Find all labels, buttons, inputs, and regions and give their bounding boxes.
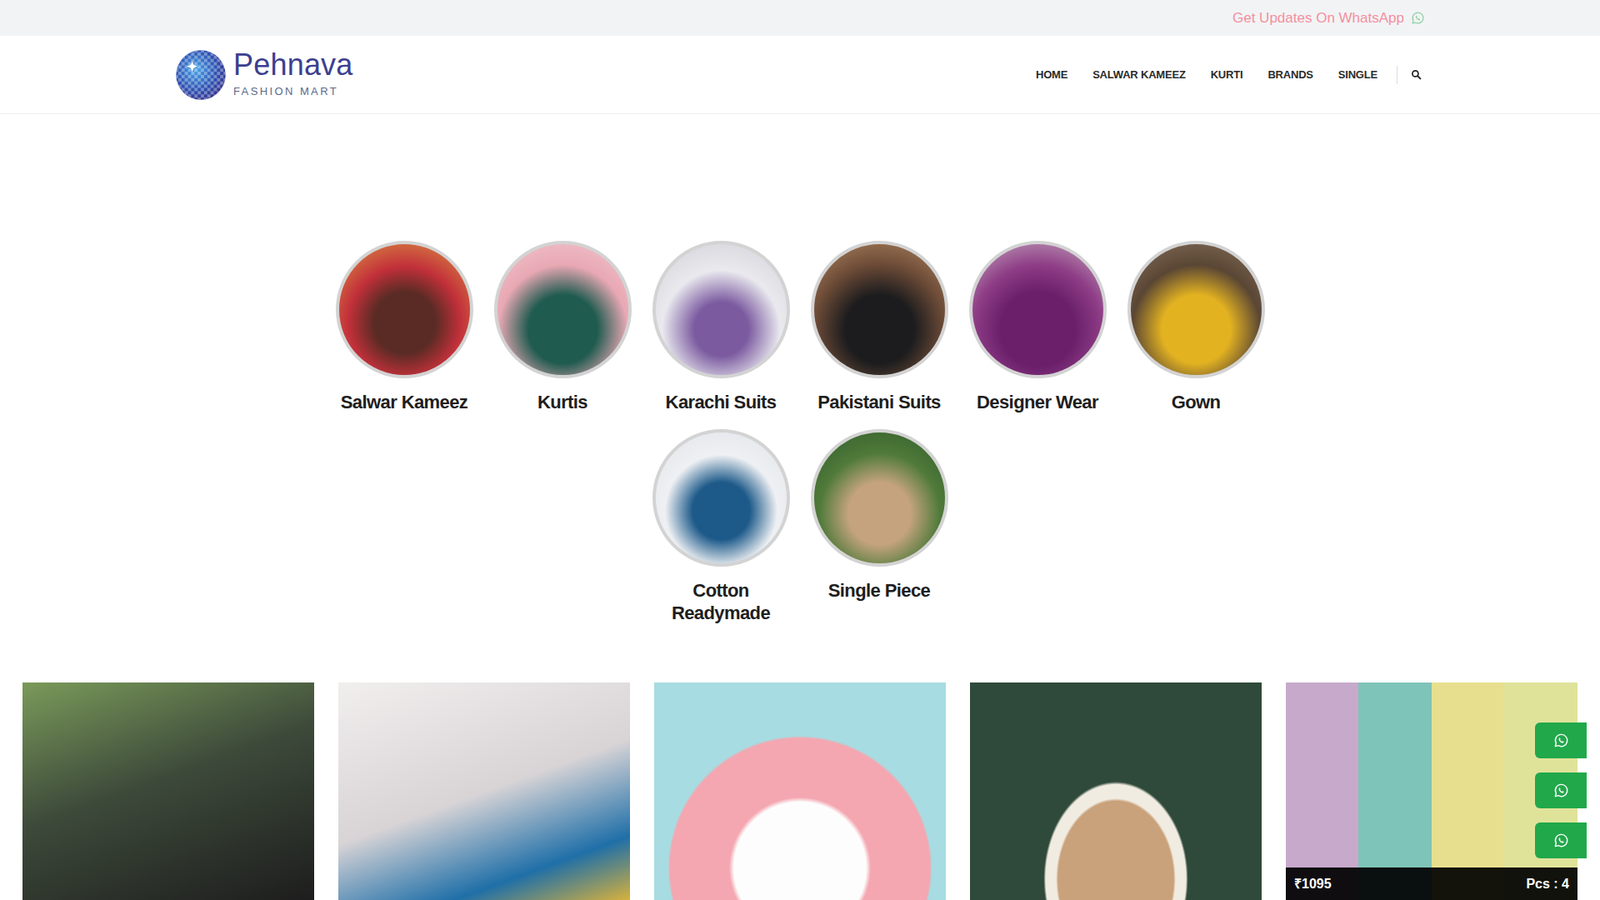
category-item[interactable]: Karachi Suits <box>641 240 800 415</box>
nav-link[interactable]: SINGLE <box>1325 63 1390 87</box>
category-photo[interactable] <box>810 429 949 567</box>
whatsapp-button[interactable] <box>1535 722 1587 759</box>
category-label[interactable]: Pakistani Suits <box>805 391 954 415</box>
nav-link[interactable]: BRANDS <box>1255 63 1325 87</box>
product-card[interactable] <box>970 682 1262 900</box>
logo-text[interactable]: Pehnava FASHION MART <box>233 50 354 100</box>
nav-link[interactable]: HOME <box>1023 63 1080 87</box>
category-item[interactable]: Gown <box>1116 240 1275 415</box>
whatsapp-icon[interactable] <box>1410 10 1425 25</box>
category-item[interactable]: Cotton Readymade <box>641 429 800 625</box>
category-item[interactable]: Kurtis <box>483 240 642 415</box>
product-pieces: Pcs : 4 <box>1525 874 1570 895</box>
whatsapp-button[interactable] <box>1535 772 1587 809</box>
category-label[interactable]: Designer Wear <box>963 391 1112 415</box>
category-item[interactable]: Salwar Kameez <box>325 240 484 415</box>
category-photo[interactable] <box>494 240 632 379</box>
header: Pehnava FASHION MART HOMESALWAR KAMEEZKURT… <box>0 35 1600 115</box>
category-label[interactable]: Kurtis <box>488 391 637 415</box>
logo-tagline[interactable]: FASHION MART <box>233 83 354 100</box>
top-bar: Get Updates On WhatsApp <box>0 0 1600 36</box>
product-card[interactable]: ₹1095 Pcs : 4 <box>1285 682 1578 900</box>
category-label[interactable]: Single Piece <box>805 580 954 603</box>
category-photo[interactable] <box>1127 240 1265 379</box>
header-inner: Pehnava FASHION MART HOMESALWAR KAMEEZKURT… <box>162 49 1438 101</box>
product-card[interactable] <box>22 682 315 900</box>
category-label[interactable]: Cotton Readymade <box>646 580 795 625</box>
category-photo[interactable] <box>335 240 474 379</box>
category-label[interactable]: Karachi Suits <box>646 391 795 415</box>
whatsapp-updates-link[interactable]: Get Updates On WhatsApp <box>1232 7 1425 30</box>
main-nav: HOMESALWAR KAMEEZKURTIBRANDSSINGLE <box>1023 63 1425 87</box>
nav-link[interactable]: SALWAR KAMEEZ <box>1080 63 1199 87</box>
product-price: ₹1095 <box>1294 874 1332 895</box>
nav-separator <box>1396 65 1398 85</box>
logo-name[interactable]: Pehnava <box>233 50 354 80</box>
category-photo[interactable] <box>810 240 949 379</box>
whatsapp-icon[interactable] <box>1553 832 1570 849</box>
category-item[interactable]: Designer Wear <box>958 240 1117 415</box>
category-photo[interactable] <box>969 240 1107 379</box>
whatsapp-updates-text[interactable]: Get Updates On WhatsApp <box>1232 7 1405 30</box>
floating-buttons <box>1535 722 1587 859</box>
whatsapp-icon[interactable] <box>1553 732 1570 749</box>
category-label[interactable]: Salwar Kameez <box>330 391 479 415</box>
top-bar-inner: Get Updates On WhatsApp <box>162 7 1438 30</box>
search-icon[interactable] <box>1410 69 1422 80</box>
category-photo[interactable] <box>652 240 790 379</box>
product-card[interactable] <box>654 682 946 900</box>
whatsapp-button[interactable] <box>1535 822 1587 859</box>
category-item[interactable]: Pakistani Suits <box>800 240 959 415</box>
category-label[interactable]: Gown <box>1121 391 1270 415</box>
search-button[interactable] <box>1407 65 1425 84</box>
category-list: Salwar Kameez Kurtis Karachi Suits Pakistan… <box>325 114 1275 625</box>
logo-icon[interactable] <box>175 49 227 101</box>
category-photo[interactable] <box>652 429 790 567</box>
logo[interactable]: Pehnava FASHION MART <box>175 49 354 101</box>
product-card[interactable] <box>338 682 630 900</box>
nav-link[interactable]: KURTI <box>1198 63 1256 87</box>
category-item[interactable]: Single Piece <box>800 429 959 625</box>
product-grid: ₹1095 Pcs : 4 <box>0 624 1600 900</box>
whatsapp-icon[interactable] <box>1553 782 1570 799</box>
price-bar: ₹1095 Pcs : 4 <box>1285 867 1578 900</box>
